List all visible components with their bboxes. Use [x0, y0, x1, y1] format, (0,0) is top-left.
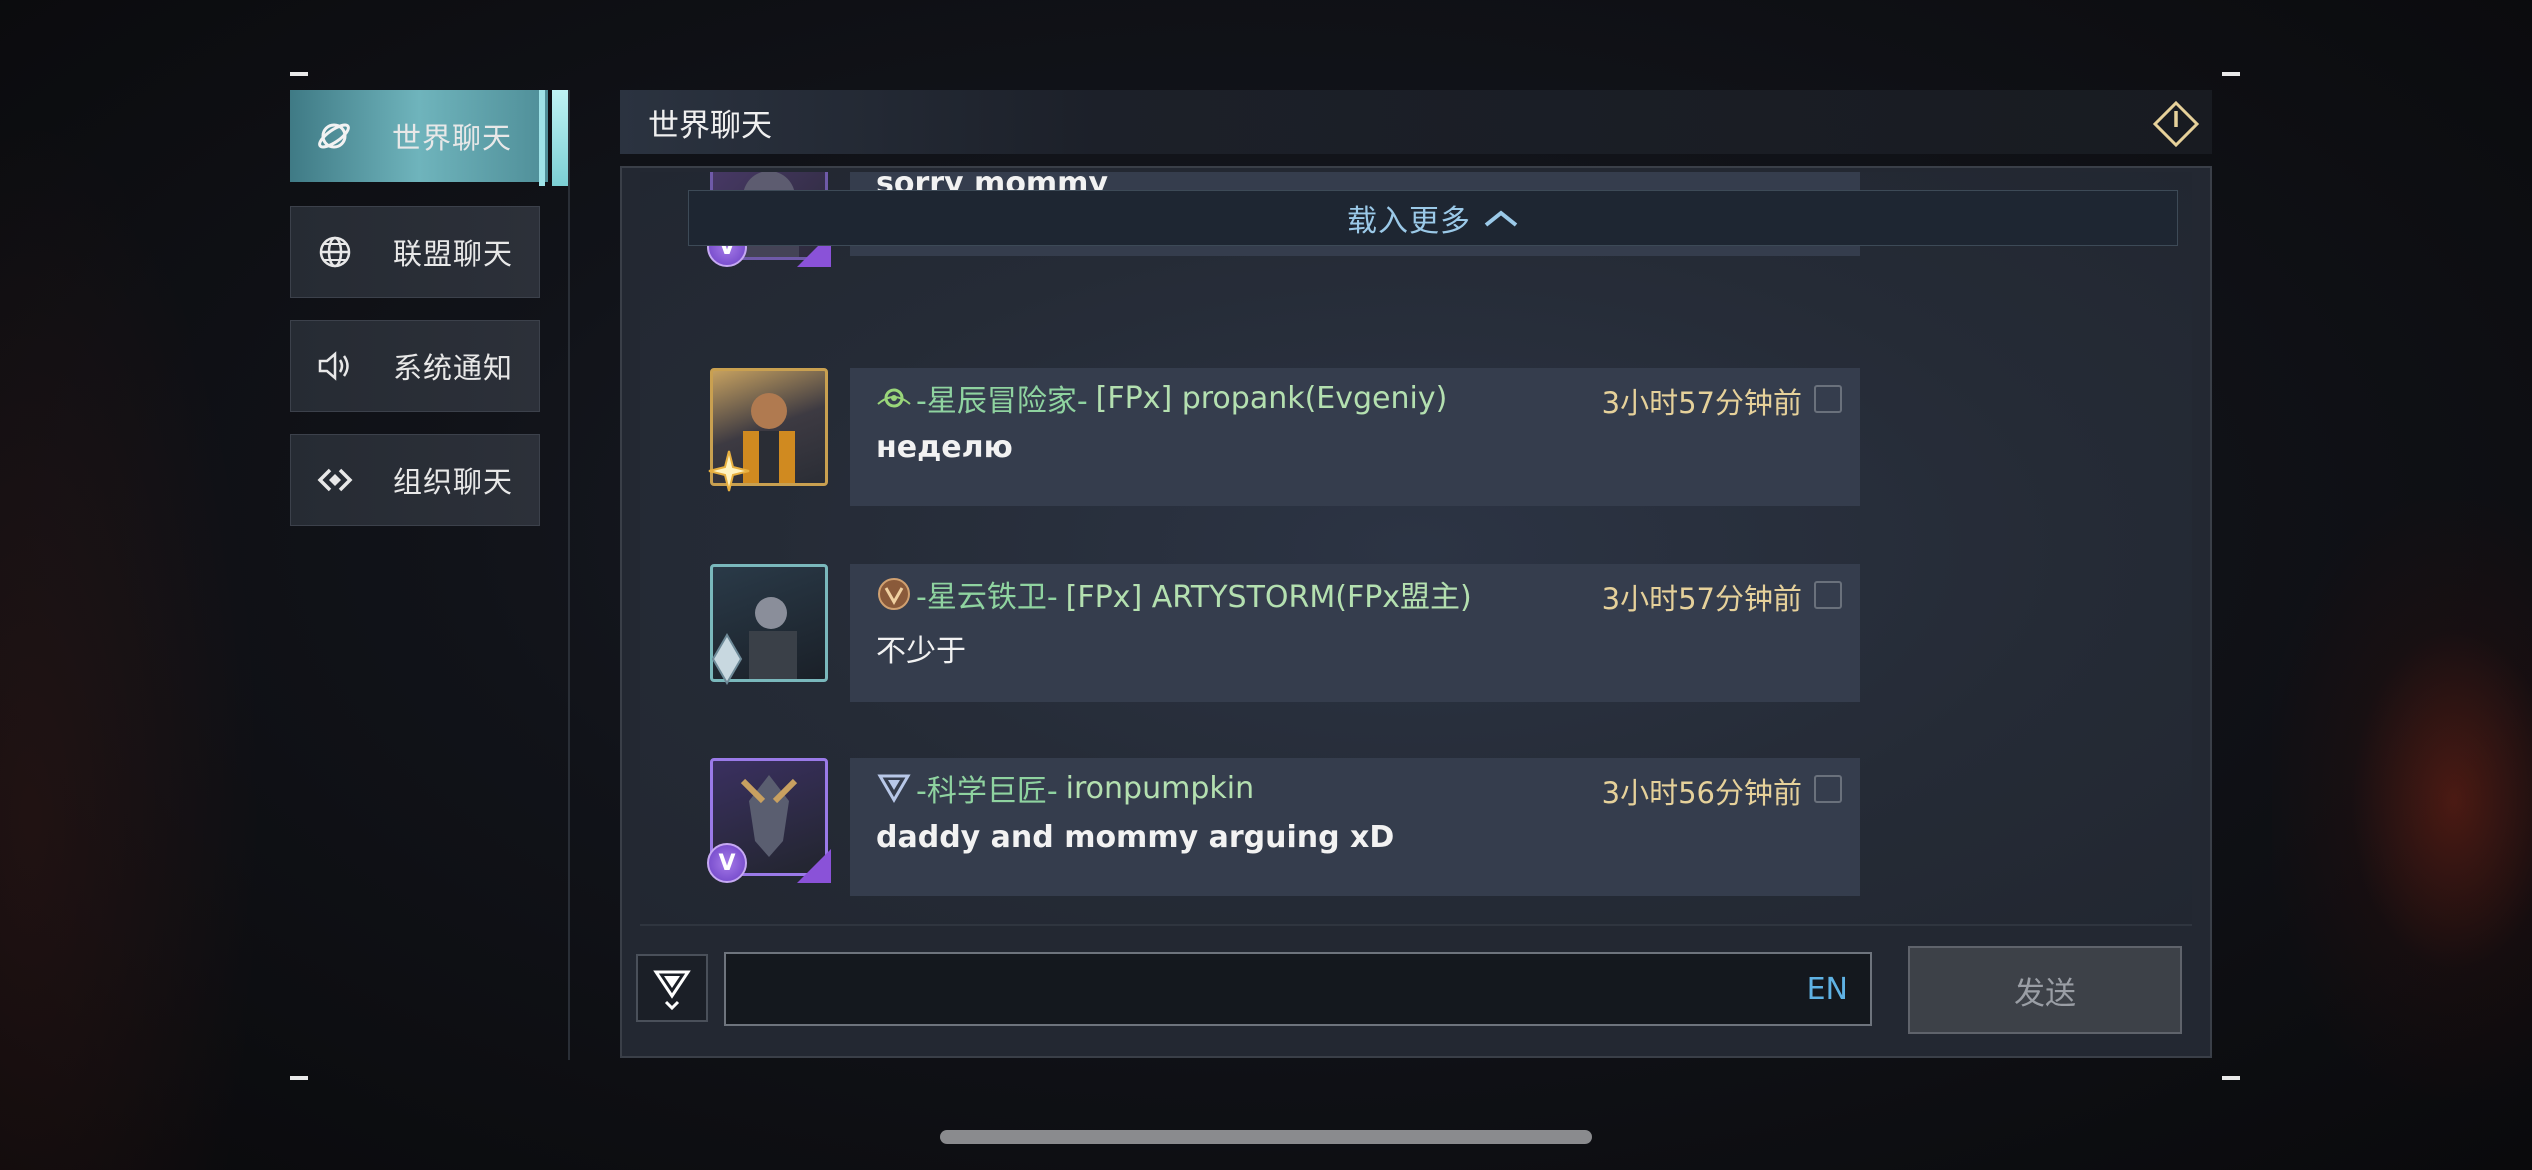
sidebar-item-system-notice[interactable]: 系统通知 — [290, 320, 540, 412]
player-title: -星云铁卫- — [916, 580, 1058, 615]
sidebar-item-world-chat[interactable]: 世界聊天 — [290, 90, 548, 182]
crystal-badge-icon — [711, 633, 743, 685]
emoji-icon — [653, 970, 691, 1010]
frame-corner — [290, 72, 308, 76]
message-time: 3小时56分钟前 — [1601, 776, 1802, 810]
translate-icon[interactable] — [1814, 581, 1842, 609]
chat-header: 世界聊天 — [620, 90, 2212, 154]
message-header: -星辰冒险家- [FPx] propank(Evgeniy) — [876, 378, 1448, 419]
input-language[interactable]: EN — [1807, 972, 1848, 1007]
message-bubble: -科学巨匠- ironpumpkin 3小时56分钟前 daddy and mo… — [850, 758, 1860, 896]
translate-icon[interactable] — [1814, 775, 1842, 803]
message-text: 不少于 — [876, 634, 966, 669]
sidebar-divider — [568, 90, 570, 1060]
sidebar-item-org-chat[interactable]: 组织聊天 — [290, 434, 540, 526]
sidebar-item-label: 组织聊天 — [393, 465, 514, 499]
player-title: -科学巨匠- — [916, 774, 1058, 809]
page-title: 世界聊天 — [648, 107, 772, 144]
background-nebula-left — [0, 0, 300, 1170]
player-name[interactable]: ironpumpkin — [1066, 771, 1254, 806]
active-indicator — [539, 90, 545, 186]
message-time: 3小时57分钟前 — [1601, 582, 1802, 616]
avatar[interactable]: V — [707, 758, 831, 883]
message-list[interactable]: V sorry mommy -星辰冒险家- [FPx] propank(Evge… — [640, 172, 2192, 924]
avatar[interactable] — [710, 564, 828, 685]
planet-icon — [314, 116, 354, 156]
sidebar-item-label: 系统通知 — [393, 351, 514, 385]
chat-panel: V sorry mommy -星辰冒险家- [FPx] propank(Evge… — [620, 166, 2212, 1058]
message-text: неделю — [876, 430, 1013, 465]
sidebar-item-alliance-chat[interactable]: 联盟聊天 — [290, 206, 540, 298]
message-text: daddy and mommy arguing xD — [876, 820, 1395, 855]
globe-icon — [315, 232, 355, 272]
exit-icon — [2152, 100, 2200, 148]
emoji-button[interactable] — [636, 954, 708, 1022]
frame-corner — [2222, 72, 2240, 76]
message-bubble: -星云铁卫- [FPx] ARTYSTORM(FPx盟主) 3小时57分钟前 不… — [850, 564, 1860, 702]
star-badge-icon — [708, 450, 750, 492]
speaker-icon — [315, 346, 355, 386]
send-button[interactable]: 发送 — [1908, 946, 2182, 1034]
home-indicator[interactable] — [940, 1130, 1592, 1144]
link-icon — [315, 460, 355, 500]
divider — [640, 924, 2192, 926]
player-title: -星辰冒险家- — [916, 384, 1088, 419]
message-header: -星云铁卫- [FPx] ARTYSTORM(FPx盟主) — [876, 572, 1472, 616]
rank-icon — [877, 774, 911, 803]
rank-icon — [878, 578, 910, 610]
message-bubble: -星辰冒险家- [FPx] propank(Evgeniy) 3小时57分钟前 … — [850, 368, 1860, 506]
chat-input-field[interactable]: EN — [724, 952, 1872, 1026]
level-badge: V — [707, 843, 747, 883]
rank-icon — [877, 388, 911, 408]
background-nebula-right — [2272, 500, 2532, 1100]
frame-corner — [290, 1076, 308, 1080]
load-more-button[interactable]: 载入更多 — [688, 190, 2178, 246]
avatar[interactable] — [708, 368, 828, 492]
load-more-label: 载入更多 — [1347, 204, 1471, 239]
active-indicator-glow — [552, 90, 568, 186]
message-header: -科学巨匠- ironpumpkin — [876, 768, 1254, 809]
corner-badge-icon — [797, 849, 831, 883]
chevron-up-icon — [1484, 210, 1518, 227]
chat-input[interactable] — [726, 954, 1870, 1024]
message-time: 3小时57分钟前 — [1601, 386, 1802, 420]
player-name[interactable]: [FPx] propank(Evgeniy) — [1096, 381, 1448, 416]
player-name[interactable]: [FPx] ARTYSTORM(FPx盟主) — [1066, 572, 1472, 616]
sidebar-item-label: 世界聊天 — [392, 121, 513, 155]
frame-corner — [2222, 1076, 2240, 1080]
translate-icon[interactable] — [1814, 385, 1842, 413]
exit-button[interactable] — [2152, 100, 2200, 148]
sidebar-item-label: 联盟聊天 — [393, 237, 514, 271]
